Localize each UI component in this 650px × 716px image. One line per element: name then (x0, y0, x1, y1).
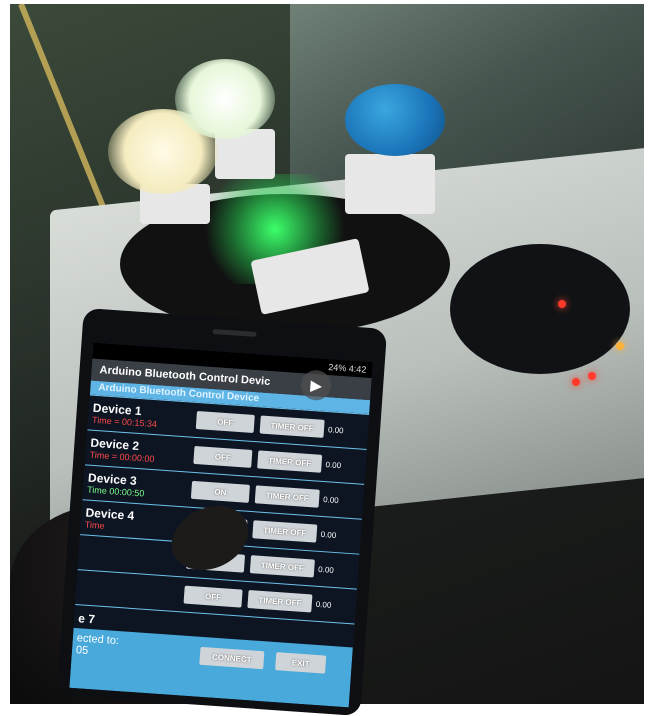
timer-value: 0.00 (325, 459, 342, 470)
device-time (80, 587, 184, 594)
exit-button[interactable]: EXIT (275, 652, 327, 674)
timer-value: 0.00 (317, 564, 335, 575)
device-toggle-button[interactable]: ON (190, 480, 250, 503)
timer-value: 0.00 (327, 424, 344, 435)
device-toggle-button[interactable]: OFF (183, 585, 243, 608)
white-bulb (175, 59, 275, 139)
device-info: Device 2 Time = 00:00:00 (85, 435, 194, 467)
device-toggle-button[interactable]: OFF (195, 411, 255, 434)
bulb-holder (345, 154, 435, 214)
device-name (83, 552, 187, 559)
connection-status: ected to: 05 (76, 632, 120, 659)
device-info: Device 3 Time 00:00:50 (83, 470, 192, 502)
orange-led (616, 342, 624, 350)
blue-bulb (345, 84, 445, 156)
device-info (76, 587, 184, 595)
device-name (80, 587, 184, 594)
timer-value: 0.00 (322, 494, 340, 505)
timer-button[interactable]: TIMER OFF (252, 520, 318, 543)
status-text: 24% 4:42 (327, 362, 367, 375)
phone-speaker (212, 328, 257, 337)
timer-button[interactable]: TIMER OFF (247, 590, 313, 613)
device-info (79, 552, 187, 560)
timer-button[interactable]: TIMER OFF (249, 555, 315, 578)
red-led (588, 372, 596, 380)
device-time (83, 552, 187, 559)
timer-button[interactable]: TIMER OFF (259, 415, 325, 438)
connect-button[interactable]: CONNECT (199, 646, 265, 670)
red-led (572, 378, 580, 386)
device-info: Device 1 Time = 00:15:34 (88, 400, 197, 432)
red-led (558, 300, 566, 308)
device-toggle-button[interactable]: OFF (193, 445, 253, 468)
timer-value: 0.00 (315, 599, 332, 610)
arduino-board (450, 244, 630, 374)
timer-button[interactable]: TIMER OFF (257, 450, 323, 473)
timer-button[interactable]: TIMER OFF (254, 485, 320, 508)
timer-value: 0.00 (320, 529, 337, 540)
